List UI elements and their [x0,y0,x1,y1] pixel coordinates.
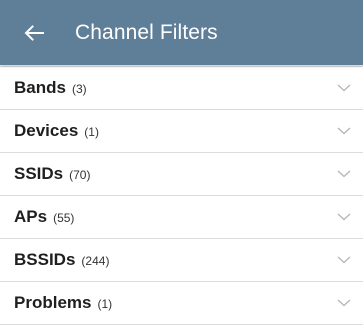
filter-count: (55) [53,211,75,225]
app-header: Channel Filters [0,0,363,65]
chevron-down-icon[interactable] [335,79,353,97]
chevron-down-icon[interactable] [335,294,353,312]
back-button[interactable] [10,9,58,57]
filter-row-aps[interactable]: APs (55) [0,196,363,239]
filter-count: (244) [81,254,110,268]
filter-row-ssids[interactable]: SSIDs (70) [0,153,363,196]
filter-count: (3) [71,82,87,96]
filter-label: APs [14,207,48,226]
filter-row-devices[interactable]: Devices (1) [0,110,363,153]
channel-filters-screen: Channel Filters Bands (3) Devices (1) SS… [0,0,363,326]
filter-row-problems[interactable]: Problems (1) [0,282,363,325]
filter-label: Problems [14,293,92,312]
filter-count: (70) [69,168,91,182]
filter-label: Bands [14,78,66,97]
chevron-down-icon[interactable] [335,122,353,140]
page-title: Channel Filters [75,20,218,44]
filter-label: BSSIDs [14,250,76,269]
filter-row-bands[interactable]: Bands (3) [0,66,363,110]
chevron-down-icon[interactable] [335,251,353,269]
filter-label: Devices [14,121,79,140]
filter-count: (1) [84,125,99,139]
chevron-down-icon[interactable] [335,208,353,226]
filter-list: Bands (3) Devices (1) SSIDs (70) APs (55… [0,65,363,325]
filter-label: SSIDs [14,164,64,183]
arrow-left-icon [24,24,44,41]
filter-count: (1) [97,297,113,311]
chevron-down-icon[interactable] [335,165,353,183]
filter-row-bssids[interactable]: BSSIDs (244) [0,239,363,282]
